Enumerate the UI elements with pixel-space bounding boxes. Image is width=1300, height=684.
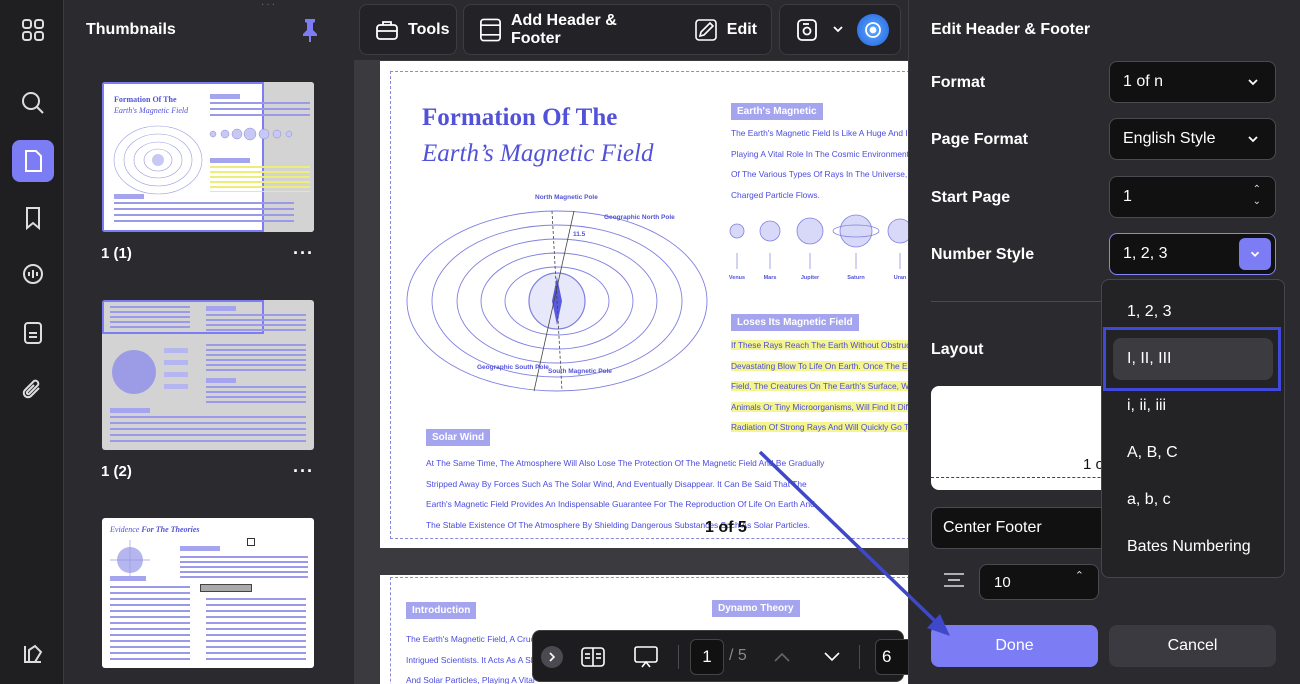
panel-title: Edit Header & Footer (931, 21, 1091, 38)
page-navigation-bar: 1 / 5 6 (532, 630, 908, 682)
edit-button[interactable]: Edit (679, 17, 771, 43)
svg-text:Venus: Venus (729, 275, 745, 281)
document-page-1[interactable]: Formation Of The Earth’s Magnetic Field … (380, 61, 908, 548)
ai-assistant-icon[interactable] (857, 14, 889, 46)
presentation-icon[interactable] (633, 644, 659, 670)
svg-text:Mars: Mars (764, 275, 777, 281)
section-tag: Dynamo Theory (712, 600, 800, 617)
search-icon[interactable] (12, 82, 54, 124)
chevron-down-icon (1248, 136, 1258, 143)
number-style-dropdown: 1, 2, 3 I, II, III i, ii, iii A, B, C a,… (1101, 279, 1285, 578)
section-tag: Loses Its Magnetic Field (731, 314, 859, 331)
left-icon-rail (0, 0, 64, 684)
thumbnail-label: 1 (1) (101, 245, 132, 262)
svg-text:Jupiter: Jupiter (801, 275, 820, 281)
reading-mode-icon[interactable] (580, 644, 606, 670)
comment-icon[interactable] (12, 254, 54, 296)
align-center-icon[interactable] (943, 572, 965, 588)
bookmark-icon[interactable] (12, 197, 54, 239)
diagram-label: Geographic North Pole (604, 214, 675, 221)
svg-text:Uran: Uran (894, 275, 907, 281)
thumbnail-label: 1 (2) (101, 463, 132, 480)
chevron-down-icon (1248, 79, 1258, 86)
stepper-arrows-icon[interactable]: ⌃ ⌄ (1253, 184, 1261, 208)
start-page-stepper[interactable]: 1 ⌃ ⌄ (1109, 176, 1276, 218)
stepper-arrows-icon[interactable]: ⌃ (1075, 569, 1084, 582)
previous-page-icon[interactable] (769, 644, 795, 670)
document-icon[interactable] (12, 312, 54, 354)
diagram-label: South Magnetic Pole (548, 368, 612, 375)
pin-icon[interactable] (299, 17, 321, 43)
dropdown-option[interactable]: a, b, c (1102, 479, 1284, 521)
page-thumbnail-3[interactable]: Evidence For The Theories (102, 518, 314, 668)
diagram-label: 11.5 (573, 231, 586, 238)
paragraph: The Earth's Magnetic Field, A Cruci Intr… (406, 634, 537, 684)
attachment-icon[interactable] (12, 369, 54, 411)
more-options-icon[interactable]: ··· (293, 461, 314, 482)
save-icon[interactable] (794, 17, 820, 48)
thumbnails-panel: ··· Thumbnails Formation Of The Earth's … (65, 0, 353, 684)
page-thumbnail-2[interactable] (102, 300, 314, 450)
section-tag: Solar Wind (426, 429, 491, 446)
dropdown-option[interactable]: i, ii, iii (1102, 385, 1284, 427)
grid-icon[interactable] (12, 9, 54, 51)
format-select[interactable]: 1 of n (1109, 61, 1276, 103)
chevron-down-icon[interactable] (1239, 238, 1271, 270)
paragraph: The Earth's Magnetic Field Is Like A Hug… (731, 128, 908, 200)
header-footer-icon (480, 18, 501, 41)
save-ai-group (779, 4, 901, 55)
tools-button[interactable]: Tools (359, 4, 457, 55)
panel-drag-handle[interactable]: ··· (261, 0, 285, 10)
page-format-select[interactable]: English Style (1109, 118, 1276, 160)
current-page-input[interactable]: 1 (690, 639, 724, 675)
page-format-label: Page Format (931, 131, 1028, 148)
collapse-icon[interactable] (541, 646, 563, 668)
page-subtitle: Earth’s Magnetic Field (422, 140, 654, 167)
zoom-input[interactable]: 6 (875, 639, 908, 675)
section-tag: Earth's Magnetic (731, 103, 823, 120)
toolbox-icon (376, 20, 398, 40)
pages-icon[interactable] (12, 140, 54, 182)
edit-icon (694, 18, 717, 41)
number-style-label: Number Style (931, 246, 1035, 263)
layers-icon[interactable] (12, 633, 54, 675)
total-pages: / 5 (729, 647, 747, 664)
dropdown-option[interactable]: Bates Numbering (1102, 526, 1284, 568)
top-toolbar: Tools Add Header & Footer Edit (354, 0, 908, 60)
layout-label: Layout (931, 341, 984, 358)
thumbnails-title: Thumbnails (86, 21, 176, 38)
selection-highlight-box (1103, 327, 1281, 391)
diagram-label: North Magnetic Pole (535, 194, 598, 201)
page-thumbnail-1[interactable]: Formation Of The Earth's Magnetic Field (102, 82, 314, 232)
highlighted-paragraph: If These Rays Reach The Earth Without Ob… (731, 335, 908, 438)
number-style-select[interactable]: 1, 2, 3 (1109, 233, 1276, 275)
paragraph: At The Same Time, The Atmosphere Will Al… (426, 458, 825, 530)
edit-tools-group: Add Header & Footer Edit (463, 4, 772, 55)
start-page-label: Start Page (931, 189, 1011, 206)
add-header-footer-button[interactable]: Add Header & Footer (464, 12, 679, 48)
dropdown-option[interactable]: A, B, C (1102, 432, 1284, 474)
format-label: Format (931, 74, 986, 91)
chevron-down-icon[interactable] (832, 22, 844, 40)
planets-diagram: Venus Mars Jupiter Saturn Uran (729, 214, 908, 281)
document-area: Tools Add Header & Footer Edit Formation… (354, 0, 908, 684)
cancel-button[interactable]: Cancel (1109, 625, 1276, 667)
next-page-icon[interactable] (819, 644, 845, 670)
svg-text:Saturn: Saturn (847, 275, 865, 281)
magnetic-field-diagram: North Magnetic Pole Geographic North Pol… (406, 194, 708, 392)
footer-page-number[interactable]: 1 of 5 (705, 519, 747, 537)
diagram-label: Geographic South Pole (477, 364, 549, 371)
section-tag: Introduction (406, 602, 477, 619)
more-options-icon[interactable]: ··· (293, 243, 314, 264)
done-button[interactable]: Done (931, 625, 1098, 667)
font-size-stepper[interactable]: 10 ⌃ (979, 564, 1099, 600)
page-title: Formation Of The (422, 104, 618, 131)
